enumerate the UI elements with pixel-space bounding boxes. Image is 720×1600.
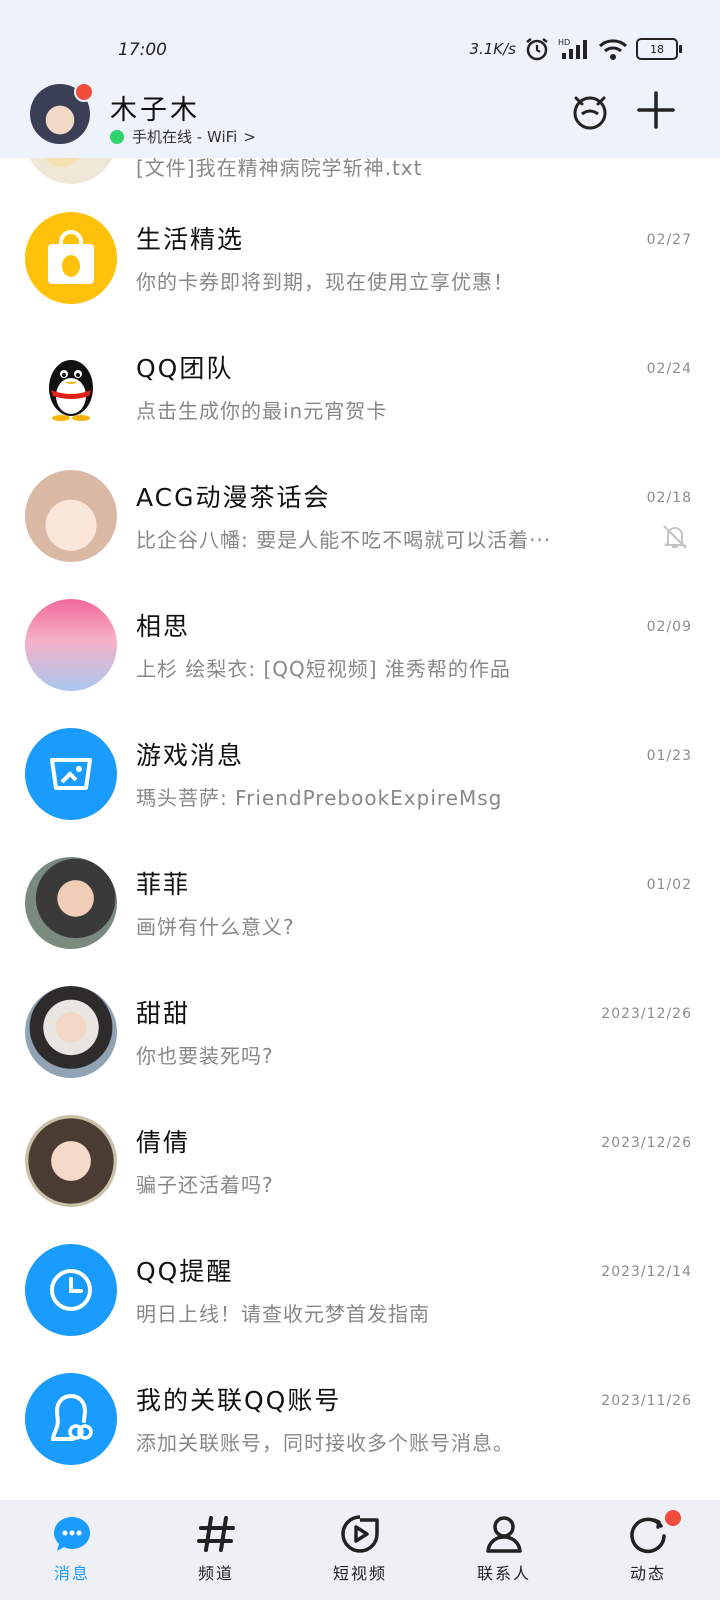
- activity-badge: [665, 1510, 681, 1526]
- contact-icon: [486, 1516, 522, 1553]
- camera-cat-button[interactable]: [568, 88, 612, 132]
- conversation-preview: 点击生成你的最in元宵贺卡: [136, 399, 388, 423]
- list-item[interactable]: QQ团队 点击生成你的最in元宵贺卡 02/24: [0, 321, 720, 450]
- avatar: [25, 341, 117, 433]
- conversation-preview: 你也要装死吗?: [136, 1044, 274, 1068]
- profile-name[interactable]: 木子木: [110, 88, 200, 127]
- activity-icon: [630, 1517, 666, 1554]
- list-item[interactable]: QQ提醒 明日上线！请查收元梦首发指南 2023/12/14: [0, 1224, 720, 1353]
- conversation-time: 02/18: [646, 490, 692, 506]
- linked-account-icon: [50, 1394, 93, 1441]
- avatar: [25, 599, 117, 691]
- conversation-time: 2023/12/14: [601, 1264, 692, 1280]
- conversation-title: QQ团队: [136, 354, 234, 383]
- tab-label: 联系人: [476, 1564, 531, 1583]
- avatar-badge: [74, 82, 94, 102]
- bottom-navigation: 消息 频道 短视频 联系人 动态: [0, 1500, 720, 1600]
- battery-icon: 18: [636, 38, 682, 60]
- conversation-preview: 上杉 绘梨衣: [QQ短视频] 淮秀帮的作品: [136, 657, 511, 681]
- list-item[interactable]: 生活精选 你的卡券即将到期，现在使用立享优惠！ 02/27: [0, 192, 720, 321]
- plus-icon: [637, 91, 675, 129]
- conversation-time: 2023/12/26: [601, 1006, 692, 1022]
- list-item[interactable]: 甜甜 你也要装死吗? 2023/12/26: [0, 966, 720, 1095]
- list-item[interactable]: 相思 上杉 绘梨衣: [QQ短视频] 淮秀帮的作品 02/09: [0, 579, 720, 708]
- game-controller-icon: [50, 758, 92, 790]
- list-item[interactable]: 游戏消息 瑪头菩萨: FriendPrebookExpireMsg 01/23: [0, 708, 720, 837]
- hash-icon: [197, 1516, 235, 1552]
- conversation-title: 倩倩: [136, 1128, 191, 1157]
- conversation-time: 2023/11/26: [601, 1393, 692, 1409]
- conversation-time: 02/24: [646, 361, 692, 377]
- tab-label: 消息: [53, 1564, 90, 1583]
- conversation-title: 我的关联QQ账号: [136, 1386, 342, 1415]
- mute-bell-icon: [663, 525, 687, 549]
- avatar: [25, 986, 117, 1078]
- avatar: [25, 857, 117, 949]
- conversation-preview: 骗子还活着吗?: [136, 1173, 274, 1197]
- tab-activity[interactable]: 动态: [593, 1500, 703, 1600]
- avatar: [25, 1244, 117, 1336]
- alarm-icon: [526, 38, 548, 61]
- conversation-title: 游戏消息: [136, 741, 245, 770]
- message-icon: [54, 1517, 90, 1551]
- status-time: 17:00: [118, 40, 167, 60]
- conversation-title: QQ提醒: [136, 1257, 234, 1286]
- network-speed: 3.1K/s: [469, 40, 516, 58]
- shopping-bag-icon: [48, 230, 94, 284]
- tab-short-video[interactable]: 短视频: [305, 1500, 415, 1600]
- conversation-preview: 添加关联账号，同时接收多个账号消息。: [136, 1431, 514, 1455]
- add-button[interactable]: [634, 88, 678, 132]
- conversation-title: 生活精选: [136, 225, 245, 254]
- conversation-time: 2023/12/26: [601, 1135, 692, 1151]
- avatar: [25, 470, 117, 562]
- avatar: [25, 1373, 117, 1465]
- list-item[interactable]: ACG动漫茶话会 比企谷八幡: 要是人能不吃不喝就可以活着··· 02/18: [0, 450, 720, 579]
- online-status-text: 手机在线 - WiFi: [132, 128, 238, 146]
- tab-messages[interactable]: 消息: [17, 1500, 127, 1600]
- tab-contacts[interactable]: 联系人: [449, 1500, 559, 1600]
- online-status[interactable]: 手机在线 - WiFi >: [110, 126, 256, 147]
- clock-icon: [50, 1269, 92, 1311]
- conversation-title: 相思: [136, 612, 191, 641]
- list-item[interactable]: 我的关联QQ账号 添加关联账号，同时接收多个账号消息。 2023/11/26: [0, 1353, 720, 1482]
- top-bar: 17:00 3.1K/s HD 18 木子木 手机在线 - WiFi >: [0, 0, 720, 158]
- conversation-time: 01/02: [646, 877, 692, 893]
- conversation-time: 02/27: [646, 232, 692, 248]
- tab-label: 频道: [197, 1564, 234, 1583]
- status-icons: 3.1K/s HD 18: [469, 36, 682, 62]
- signal-icon: HD: [558, 38, 587, 59]
- conversation-preview: 你的卡券即将到期，现在使用立享优惠！: [136, 270, 514, 294]
- conversation-preview: 明日上线！请查收元梦首发指南: [136, 1302, 430, 1326]
- conversation-time: 02/09: [646, 619, 692, 635]
- conversation-title: 甜甜: [136, 999, 191, 1028]
- online-dot: [110, 129, 124, 144]
- tab-channels[interactable]: 频道: [161, 1500, 271, 1600]
- avatar: [25, 1115, 117, 1207]
- list-item[interactable]: 倩倩 骗子还活着吗? 2023/12/26: [0, 1095, 720, 1224]
- wifi-icon: [598, 39, 628, 60]
- chevron-right-icon: >: [243, 127, 256, 146]
- svg-text:HD: HD: [558, 38, 570, 47]
- tab-label: 短视频: [332, 1564, 387, 1583]
- avatar: [25, 212, 117, 304]
- conversation-title: 菲菲: [136, 870, 191, 899]
- conversation-preview: 比企谷八幡: 要是人能不吃不喝就可以活着···: [136, 528, 552, 552]
- conversation-list: [文件]我在精神病院学斩神.txt 生活精选 你的卡券即将到期，现在使用立享优惠…: [0, 126, 720, 1482]
- tab-label: 动态: [629, 1564, 666, 1583]
- qq-penguin-icon: [49, 360, 93, 421]
- conversation-preview: 画饼有什么意义?: [136, 915, 295, 939]
- profile-avatar[interactable]: [30, 82, 94, 144]
- cat-camera-icon: [573, 96, 607, 130]
- conversation-preview: 瑪头菩萨: FriendPrebookExpireMsg: [136, 786, 503, 810]
- conversation-title: ACG动漫茶话会: [136, 483, 331, 512]
- conversation-time: 01/23: [646, 748, 692, 764]
- list-item[interactable]: 菲菲 画饼有什么意义? 01/02: [0, 837, 720, 966]
- video-icon: [341, 1515, 379, 1553]
- avatar: [25, 728, 117, 820]
- battery-level: 18: [636, 38, 678, 60]
